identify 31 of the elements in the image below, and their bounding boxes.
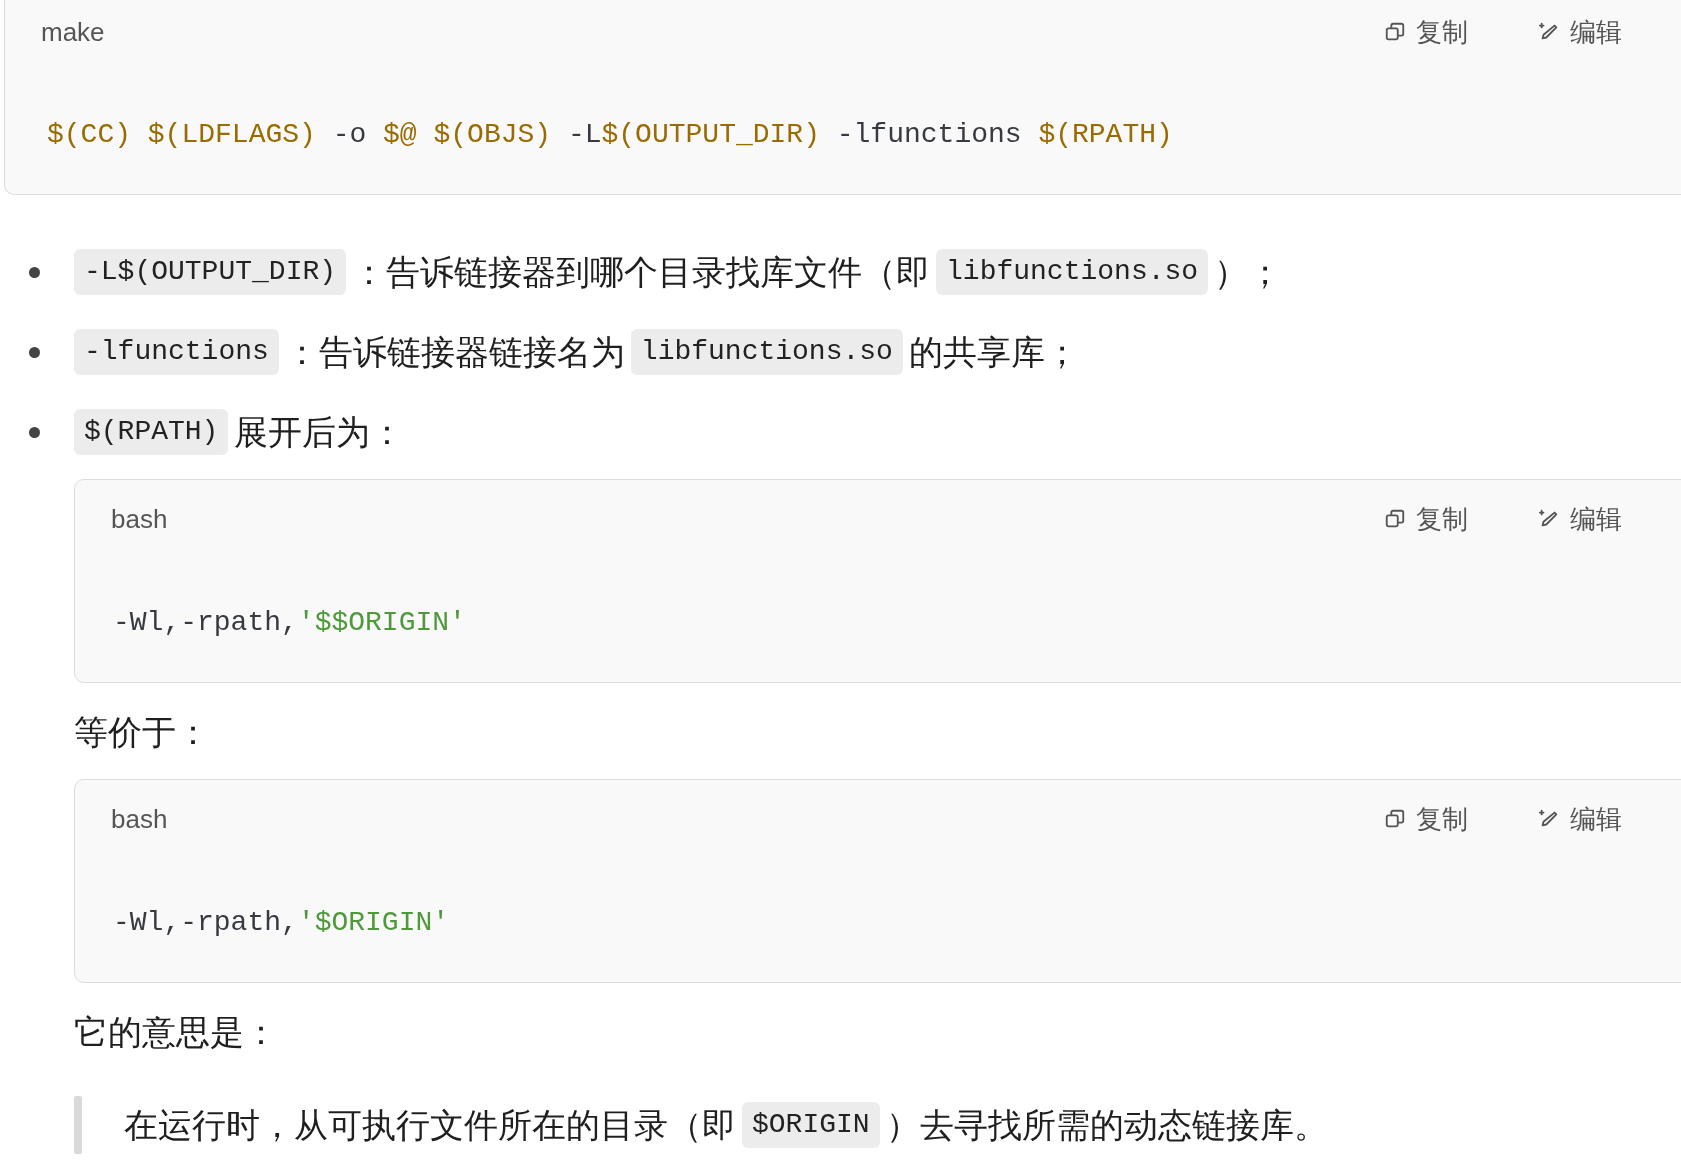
copy-icon <box>1384 508 1406 530</box>
copy-button[interactable]: 复制 <box>1384 799 1468 839</box>
quote-bar <box>74 1096 82 1154</box>
language-label: bash <box>111 502 168 536</box>
body-text: 在运行时，从可执行文件所在的目录（即 <box>124 1104 736 1146</box>
code-line: -Wl,-rpath,'$$ORIGIN' <box>113 606 466 640</box>
language-label: bash <box>111 802 168 836</box>
copy-icon <box>1384 808 1406 830</box>
edit-button[interactable]: 编辑 <box>1538 12 1622 52</box>
body-text: 的共享库； <box>908 331 1079 373</box>
body-text: 它的意思是： <box>74 1011 278 1053</box>
code-line: $(CC) $(LDFLAGS) -o $@ $(OBJS) -L$(OUTPUT_DIR) -lfunctions $(RPATH) <box>47 118 1173 152</box>
body-text: ：告诉链接器链接名为 <box>284 331 625 373</box>
inline-code: -L$(OUTPUT_DIR) <box>74 249 347 295</box>
body-text: ：告诉链接器到哪个目录找库文件（即 <box>352 251 931 293</box>
inline-code: -lfunctions <box>74 329 279 375</box>
body-text: ）去寻找所需的动态链接库。 <box>885 1104 1328 1146</box>
inline-code: $(RPATH) <box>74 409 229 455</box>
body-text: 等价于： <box>74 711 210 753</box>
copy-icon <box>1384 21 1406 43</box>
body-text: 展开后为： <box>234 411 405 453</box>
copy-button[interactable]: 复制 <box>1384 12 1468 52</box>
language-label: make <box>41 15 105 49</box>
inline-code: libfunctions.so <box>630 329 903 375</box>
body-text: ）； <box>1214 251 1283 293</box>
inline-code: libfunctions.so <box>936 249 1209 295</box>
inline-code: $ORIGIN <box>742 1102 880 1148</box>
edit-button[interactable]: 编辑 <box>1538 799 1622 839</box>
code-line: -Wl,-rpath,'$ORIGIN' <box>113 906 450 940</box>
copy-button[interactable]: 复制 <box>1384 499 1468 539</box>
edit-button[interactable]: 编辑 <box>1538 499 1622 539</box>
